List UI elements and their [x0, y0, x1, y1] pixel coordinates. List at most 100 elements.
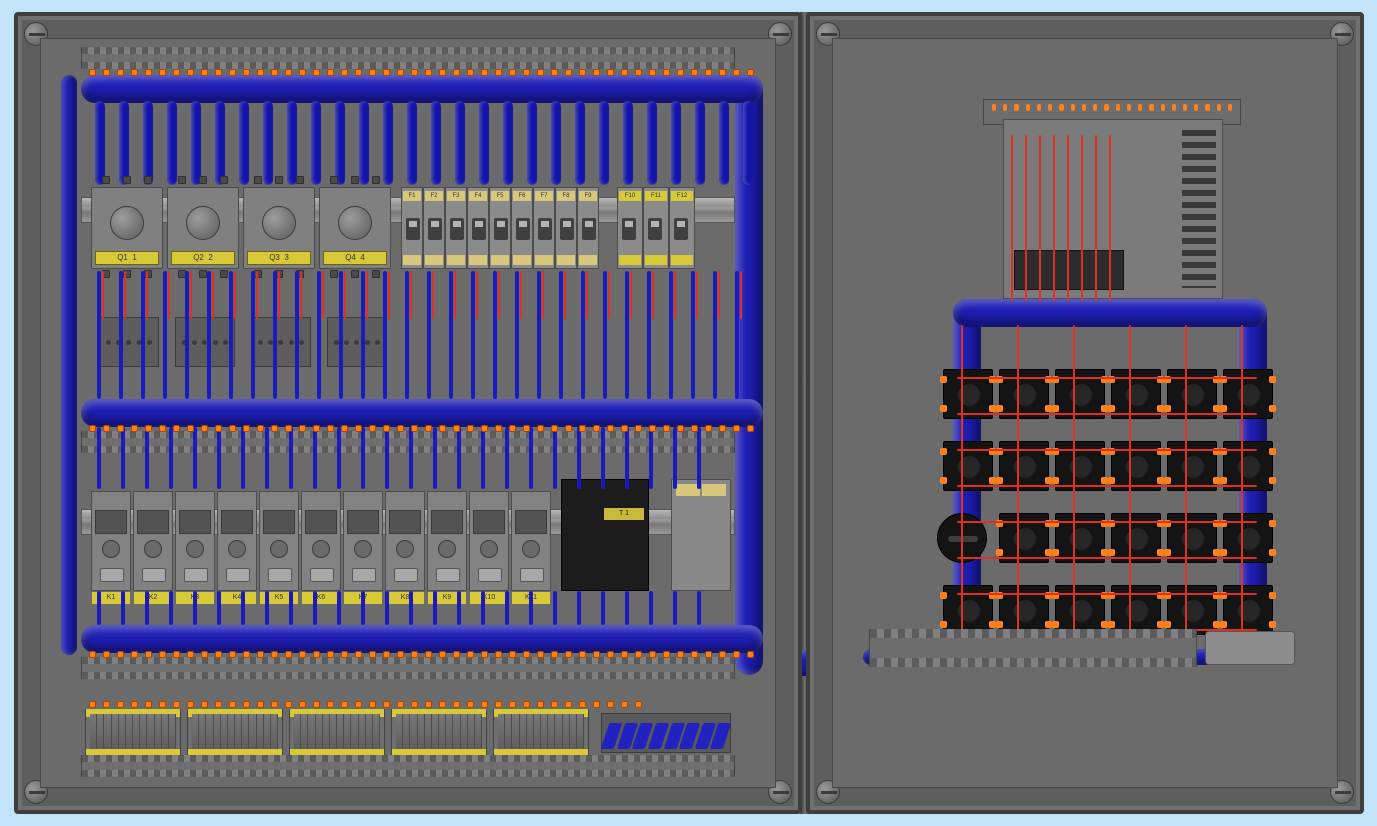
wire — [322, 271, 324, 319]
wire — [313, 427, 317, 489]
wire — [553, 591, 557, 625]
wire — [102, 271, 104, 319]
wire — [673, 591, 677, 625]
wire — [586, 271, 588, 319]
wire — [1053, 135, 1055, 301]
wire — [961, 325, 963, 645]
wire — [674, 271, 676, 319]
mcb-aux: F12 — [669, 187, 695, 269]
wire — [385, 427, 389, 489]
wire — [169, 591, 173, 625]
wire — [432, 271, 434, 319]
cable-drop — [671, 101, 681, 185]
wire — [409, 427, 413, 489]
dial-icon — [354, 540, 372, 558]
wire — [361, 591, 365, 625]
wire — [361, 271, 365, 399]
wire — [957, 521, 1257, 523]
cable-drop — [167, 101, 177, 185]
wire — [673, 427, 677, 489]
ferrule-row — [89, 69, 754, 76]
wire — [405, 271, 409, 399]
cable-bundle-top — [81, 75, 763, 103]
wire — [141, 271, 145, 399]
dial-icon — [438, 540, 456, 558]
wire — [713, 271, 717, 399]
dial-icon — [270, 540, 288, 558]
cable-drop — [527, 101, 537, 185]
wire — [454, 271, 456, 319]
breaker-lever — [582, 218, 596, 240]
door-backplate — [832, 38, 1338, 788]
black-module-tag: T 1 — [604, 508, 644, 520]
wire — [146, 271, 148, 319]
wire — [124, 271, 126, 319]
wire — [97, 271, 101, 399]
motor-starter: K3 — [175, 491, 215, 591]
wire — [481, 427, 485, 489]
wire — [625, 591, 629, 625]
contactor: Q2 2 — [167, 187, 239, 269]
wire — [339, 271, 343, 399]
wire — [234, 271, 236, 319]
device-tag: K6 — [302, 592, 340, 604]
wire — [427, 271, 431, 399]
cable-duct-top — [81, 47, 735, 69]
breaker-lever — [516, 218, 530, 240]
wire — [289, 591, 293, 625]
wire — [559, 271, 563, 399]
terminal-block — [493, 709, 589, 757]
wire — [529, 427, 533, 489]
door-bundle-top — [953, 299, 1267, 327]
wire — [515, 271, 519, 399]
wire — [1095, 135, 1097, 301]
mcb: F7 — [533, 187, 555, 269]
cable-duct-low — [81, 657, 735, 679]
cable-drop — [743, 101, 753, 185]
dial-icon — [480, 540, 498, 558]
wire — [97, 591, 101, 625]
wire — [581, 271, 585, 399]
wire — [317, 271, 321, 399]
wire — [361, 427, 365, 489]
cable-drop — [503, 101, 513, 185]
wire — [740, 271, 742, 319]
motor-starter: K1 — [91, 491, 131, 591]
rotary-knob-icon — [110, 206, 144, 240]
wire — [957, 377, 1257, 379]
wire — [577, 591, 581, 625]
device-tag: Q3 3 — [247, 251, 311, 265]
device-tag: F10 — [619, 191, 641, 201]
wire — [217, 427, 221, 489]
wire — [1011, 135, 1013, 301]
wire — [957, 413, 1257, 415]
wire — [256, 271, 258, 319]
wire — [608, 271, 610, 319]
motor-starter: K4 — [217, 491, 257, 591]
dial-icon — [186, 540, 204, 558]
wire — [193, 591, 197, 625]
wire — [1185, 325, 1187, 645]
motor-starter: K7 — [343, 491, 383, 591]
wire — [388, 271, 390, 319]
breaker-lever — [648, 218, 662, 240]
cable-gland — [1205, 631, 1295, 665]
rotary-knob-icon — [338, 206, 372, 240]
wire — [145, 427, 149, 489]
cable-drop — [119, 101, 129, 185]
cable-drop — [407, 101, 417, 185]
device-tag: K10 — [470, 592, 508, 604]
motor-starter: K8 — [385, 491, 425, 591]
mcb: F5 — [489, 187, 511, 269]
dial-icon — [312, 540, 330, 558]
device-tag: K4 — [218, 592, 256, 604]
wire — [457, 591, 461, 625]
cable-drop — [287, 101, 297, 185]
ferrule-row — [89, 651, 754, 658]
wire — [601, 591, 605, 625]
wire — [163, 271, 167, 399]
wire — [385, 591, 389, 625]
wire — [241, 591, 245, 625]
wire — [207, 271, 211, 399]
wire — [537, 271, 541, 399]
